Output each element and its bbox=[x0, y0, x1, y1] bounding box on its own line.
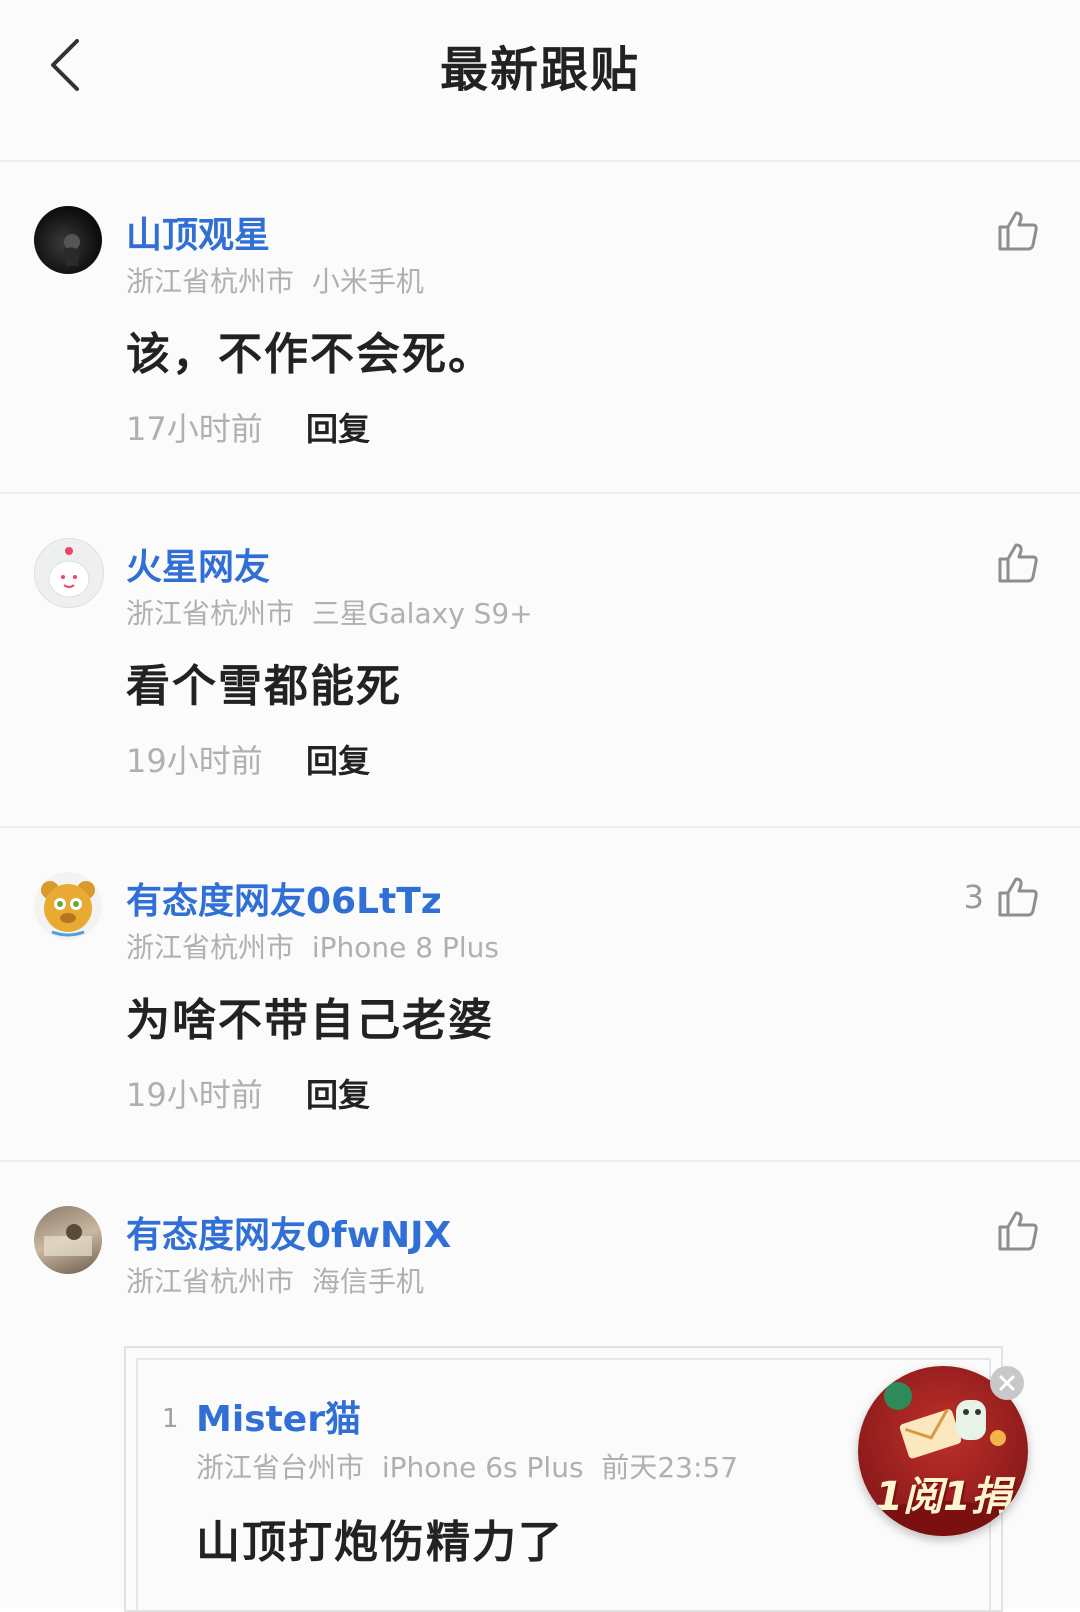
user-meta: 浙江省杭州市 海信手机 bbox=[126, 1260, 424, 1300]
quoted-meta: 浙江省台州市 iPhone 6s Plus 前天23:57 bbox=[196, 1446, 738, 1486]
comment-text: 看个雪都能死 bbox=[126, 661, 402, 712]
thumbs-up-icon bbox=[998, 1211, 1038, 1251]
quoted-user-name[interactable]: Mister猫 bbox=[196, 1390, 361, 1442]
avatar[interactable] bbox=[34, 538, 104, 608]
comment-item: 火星网友 浙江省杭州市 三星Galaxy S9+ 看个雪都能死 19小时前 回复 bbox=[0, 494, 1080, 828]
comment-text: 该，不作不会死。 bbox=[126, 329, 494, 380]
avatar[interactable] bbox=[34, 872, 102, 940]
avatar[interactable] bbox=[34, 1206, 102, 1274]
quoted-location: 浙江省台州市 bbox=[196, 1451, 365, 1484]
reply-button[interactable]: 回复 bbox=[306, 736, 370, 782]
like-count: 3 bbox=[963, 878, 984, 916]
avatar-image-icon bbox=[64, 234, 80, 266]
location: 浙江省杭州市 bbox=[126, 597, 295, 630]
thumbs-up-icon bbox=[998, 211, 1038, 251]
user-name[interactable]: 火星网友 bbox=[126, 538, 270, 590]
reply-button[interactable]: 回复 bbox=[306, 404, 370, 450]
user-name[interactable]: 有态度网友0fwNJX bbox=[126, 1206, 451, 1258]
device: iPhone 8 Plus bbox=[311, 931, 499, 964]
reply-button[interactable]: 回复 bbox=[306, 1070, 370, 1116]
like-button[interactable] bbox=[984, 206, 1040, 256]
avatar[interactable] bbox=[34, 206, 102, 274]
user-name[interactable]: 山顶观星 bbox=[126, 206, 270, 258]
comment-item: 有态度网友06LtTz 浙江省杭州市 iPhone 8 Plus 为啥不带自己老… bbox=[0, 828, 1080, 1162]
location: 浙江省杭州市 bbox=[126, 931, 295, 964]
quoted-time: 前天23:57 bbox=[601, 1451, 739, 1484]
comment-text: 为啥不带自己老婆 bbox=[126, 995, 494, 1046]
promo-label: 1阅1捐 bbox=[875, 1474, 1011, 1520]
device: 小米手机 bbox=[311, 265, 424, 298]
like-button[interactable]: 3 bbox=[964, 872, 1040, 922]
device: 海信手机 bbox=[311, 1265, 424, 1298]
promo-close-button[interactable] bbox=[990, 1366, 1024, 1400]
user-meta: 浙江省杭州市 三星Galaxy S9+ bbox=[126, 592, 533, 632]
user-name[interactable]: 有态度网友06LtTz bbox=[126, 872, 442, 924]
like-button[interactable] bbox=[984, 1206, 1040, 1256]
thumbs-up-icon bbox=[998, 543, 1038, 583]
comment-time: 19小时前 bbox=[126, 1076, 263, 1114]
thumbs-up-icon bbox=[998, 877, 1038, 917]
default-avatar-icon bbox=[48, 547, 90, 598]
comment-time: 17小时前 bbox=[126, 410, 263, 448]
top-bar: 最新跟贴 bbox=[0, 0, 1080, 162]
device: 三星Galaxy S9+ bbox=[311, 597, 533, 630]
close-icon bbox=[999, 1375, 1015, 1391]
user-meta: 浙江省杭州市 iPhone 8 Plus bbox=[126, 926, 499, 966]
page-title: 最新跟贴 bbox=[439, 42, 640, 98]
quoted-device: iPhone 6s Plus bbox=[381, 1451, 584, 1484]
comment-time: 19小时前 bbox=[126, 742, 263, 780]
bear-avatar-icon bbox=[41, 881, 95, 937]
like-button[interactable] bbox=[984, 538, 1040, 588]
quoted-text: 山顶打炮伤精力了 bbox=[196, 1517, 564, 1568]
floor-number: 1 bbox=[162, 1404, 179, 1434]
location: 浙江省杭州市 bbox=[126, 265, 295, 298]
location: 浙江省杭州市 bbox=[126, 1265, 295, 1298]
comment-item: 山顶观星 浙江省杭州市 小米手机 该，不作不会死。 17小时前 回复 bbox=[0, 162, 1080, 494]
photo-avatar-icon bbox=[44, 1224, 92, 1256]
user-meta: 浙江省杭州市 小米手机 bbox=[126, 260, 424, 300]
